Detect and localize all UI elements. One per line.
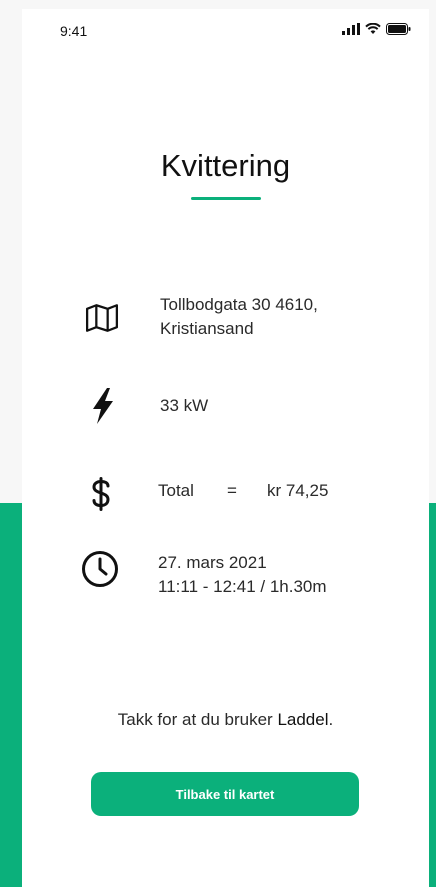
thanks-prefix: Takk for at du bruker	[117, 710, 278, 729]
thank-you-message: Takk for at du bruker Laddel.	[22, 710, 429, 730]
signal-icon	[342, 23, 360, 35]
total-label: Total	[158, 481, 194, 500]
dollar-icon	[88, 476, 114, 512]
total-equals: =	[227, 481, 237, 500]
wifi-icon	[365, 23, 381, 34]
address-line-1: Tollbodgata 30 4610,	[160, 295, 318, 314]
charge-date: 27. mars 2021	[158, 553, 267, 572]
power-value: 33 kW	[160, 396, 209, 415]
total-amount: kr 74,25	[267, 481, 329, 500]
clock-icon	[80, 549, 120, 589]
page-title: Kvittering	[160, 148, 291, 183]
title-underline	[191, 197, 261, 200]
address-text: Tollbodgata 30 4610, Kristiansand	[160, 293, 318, 341]
receipt-card: 9:41 Kvittering Tollbodgata 30 4610, Kri…	[22, 9, 429, 887]
status-icons	[342, 23, 411, 35]
thanks-suffix: .	[328, 710, 334, 729]
brand-name: Laddel	[277, 710, 329, 729]
time-text: 27. mars 2021 11:11 - 12:41 / 1h.30m	[158, 551, 327, 599]
back-to-map-button[interactable]: Tilbake til kartet	[91, 772, 359, 816]
battery-icon	[386, 23, 411, 35]
address-line-2: Kristiansand	[160, 319, 254, 338]
charge-time-range: 11:11 - 12:41 / 1h.30m	[158, 577, 327, 596]
status-time: 9:41	[60, 23, 88, 39]
lightning-icon	[88, 387, 118, 425]
map-icon	[84, 300, 120, 336]
